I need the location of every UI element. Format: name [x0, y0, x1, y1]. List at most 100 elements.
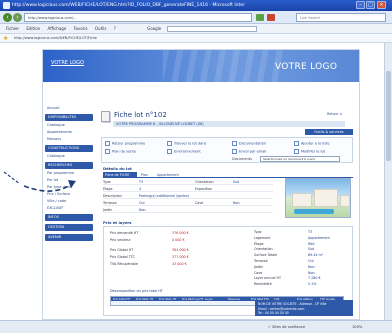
- characteristic-row: Jardin Non: [254, 265, 350, 270]
- building-shape: [340, 195, 350, 207]
- price-label: Prix Global HT: [110, 248, 134, 252]
- maximize-button[interactable]: □: [366, 1, 375, 9]
- action-label: Modifier le lot: [301, 149, 325, 154]
- google-toolbar-label[interactable]: Google: [147, 26, 161, 31]
- price-value: 377 000 €: [172, 255, 189, 259]
- characteristic-value: Rdd: [308, 241, 315, 246]
- characteristic-value: Oui: [308, 259, 314, 263]
- sidebar-item-3[interactable]: Appartements: [47, 130, 93, 134]
- characteristic-label: Cave: [254, 270, 263, 275]
- sidebar-item-4[interactable]: Maisons: [47, 137, 93, 141]
- action-documentation[interactable]: Documentation: [232, 141, 266, 146]
- window-titlebar: http://www.logiciaus.com/WEB/FICHE/LOT/E…: [0, 0, 392, 11]
- characteristic-label: Orientation: [254, 247, 273, 252]
- action-modifier-lot[interactable]: Modifier le lot: [294, 149, 325, 154]
- detail-label: Description: [103, 194, 122, 198]
- sidebar-item-8[interactable]: Par programme: [47, 171, 93, 175]
- sidebar-section-15[interactable]: GESTION: [45, 224, 93, 231]
- close-button[interactable]: ×: [377, 1, 386, 9]
- menu-help[interactable]: ?: [114, 26, 116, 31]
- sidebar-item-10[interactable]: Par type de lot: [47, 185, 93, 189]
- back-arrow-icon[interactable]: ‹: [3, 13, 12, 22]
- stop-icon[interactable]: [267, 14, 275, 21]
- action-envoi-email[interactable]: Envoi par email: [232, 149, 266, 154]
- google-search-input[interactable]: [166, 26, 257, 32]
- sidebar-section-14[interactable]: INFOS: [45, 214, 93, 221]
- tab-appartement[interactable]: Appartement: [155, 172, 181, 178]
- logo-right: VOTRE LOGO: [275, 62, 338, 72]
- detail-value: Non: [233, 201, 240, 205]
- fiche-subtitle: VOTRE PROGRAMME 6 - VILLENEUVE LOUBET (0…: [113, 121, 345, 127]
- sidebar-section-5[interactable]: CONSTRUCTIONS: [45, 145, 93, 152]
- sidebar-section-7[interactable]: RECHERCHES: [45, 162, 93, 169]
- detail-value: Parking(s) additionnel (option): [139, 194, 190, 198]
- characteristic-label: Loyer annuel HT: [254, 276, 281, 281]
- sidebar-item-6[interactable]: Catalogue: [47, 154, 93, 158]
- logo-left[interactable]: VOTRE LOGO: [51, 60, 84, 66]
- sidebar-item-0[interactable]: Accueil: [47, 106, 93, 110]
- price-label: Prix vendeur: [110, 238, 131, 242]
- price-value: 376 000 €: [172, 231, 189, 235]
- vertical-scrollbar[interactable]: [384, 43, 392, 320]
- page: { "browser":{ "title":"http://www.logici…: [0, 0, 392, 333]
- characteristic-value: 69.44 m²: [308, 253, 324, 258]
- sidebar-section-16[interactable]: AVENIR: [45, 234, 93, 241]
- menu-favorites[interactable]: Favoris: [74, 26, 88, 31]
- tab-fiche[interactable]: Fiche de FICHE: [103, 172, 137, 178]
- pool-shape: [294, 209, 334, 214]
- sidebar-section-1[interactable]: DISPONIBILITES: [45, 114, 93, 121]
- menu-file[interactable]: Fichier: [6, 26, 19, 31]
- retour-label[interactable]: Retour: [327, 112, 339, 116]
- sidebar-item-13[interactable]: EXCLUSIF: [47, 206, 93, 210]
- characteristic-value: Non: [308, 264, 315, 269]
- sidebar-item-11[interactable]: Prix / Surface: [47, 192, 93, 196]
- address-bar[interactable]: http://www.logiciaus.com/...: [24, 13, 252, 22]
- characteristic-label: Étage: [254, 241, 264, 246]
- detail-label: Cave: [195, 201, 204, 205]
- minimize-button[interactable]: –: [356, 1, 365, 9]
- price-value: 43 000 €: [172, 262, 187, 266]
- detail-value: Non: [139, 208, 146, 212]
- characteristic-label: Terrasse: [254, 259, 268, 263]
- outils-services-button[interactable]: Outils & services: [305, 129, 353, 135]
- property-photo[interactable]: [285, 178, 351, 218]
- action-plan-vente[interactable]: Plan de vente: [105, 149, 136, 154]
- sidebar-item-2[interactable]: Catalogue: [47, 123, 93, 127]
- characteristic-value: T3: [308, 230, 313, 234]
- menu-tools[interactable]: Outils: [95, 26, 107, 31]
- detail-row: Type T3 Orientation Sud: [103, 180, 273, 185]
- favorites-star-icon[interactable]: ★: [3, 35, 8, 42]
- status-zone: ✓ Sites de confiance: [268, 325, 306, 329]
- forward-arrow-icon[interactable]: ›: [13, 13, 22, 22]
- action-ajouter-liste[interactable]: Ajouter a la liste: [294, 141, 330, 146]
- scrollbar-thumb[interactable]: [386, 71, 391, 161]
- detail-label: Exposition: [195, 187, 213, 191]
- action-trouver-lot[interactable]: Trouver le lot dans: [167, 141, 206, 146]
- menu-edit[interactable]: Edition: [26, 26, 40, 31]
- address-toolbar: ‹ › http://www.logiciaus.com/... Live Se…: [0, 11, 392, 24]
- characteristic-label: Logement: [254, 235, 271, 240]
- zoom-level[interactable]: 100%: [352, 321, 362, 333]
- main-content: Fiche lot n°102 Retour ◂ VOTRE PROGRAMME…: [99, 98, 357, 320]
- sidebar-item-12[interactable]: Ville / code: [47, 199, 93, 203]
- action-label: Envoi par email: [239, 149, 267, 154]
- price-label: Prix Global TTC: [110, 255, 135, 259]
- window-title: http://www.logiciaus.com/WEB/FICHE/LOT/E…: [12, 3, 245, 8]
- menu-view[interactable]: Affichage: [47, 26, 66, 31]
- sidebar-item-9[interactable]: Par lot: [47, 178, 93, 182]
- search-input[interactable]: Live Search: [296, 13, 386, 22]
- action-retour-programme[interactable]: Retour programme: [105, 141, 145, 146]
- characteristic-label: Type: [254, 230, 262, 234]
- price-row: Prix Global TTC 377 000 €: [110, 255, 220, 260]
- tab-plan[interactable]: Plan: [139, 172, 150, 178]
- favorite-tab-link[interactable]: http://www.logiciaus.com/WEB/FICHE/LOT/F…: [14, 36, 97, 40]
- detail-row: Étage 4 Exposition: [103, 187, 273, 192]
- retour-link[interactable]: Retour ◂: [327, 112, 341, 116]
- action-label: Retour programme: [112, 141, 146, 146]
- action-environnement[interactable]: Environnement: [167, 149, 201, 154]
- documents-select[interactable]: Sélectionnez un document à ouvrir: [260, 156, 340, 162]
- refresh-icon[interactable]: [256, 14, 264, 21]
- status-zone-label: Sites de confiance: [272, 325, 306, 329]
- characteristic-row: Rentabilité 5.1%: [254, 282, 350, 287]
- detail-value: T3: [139, 180, 144, 184]
